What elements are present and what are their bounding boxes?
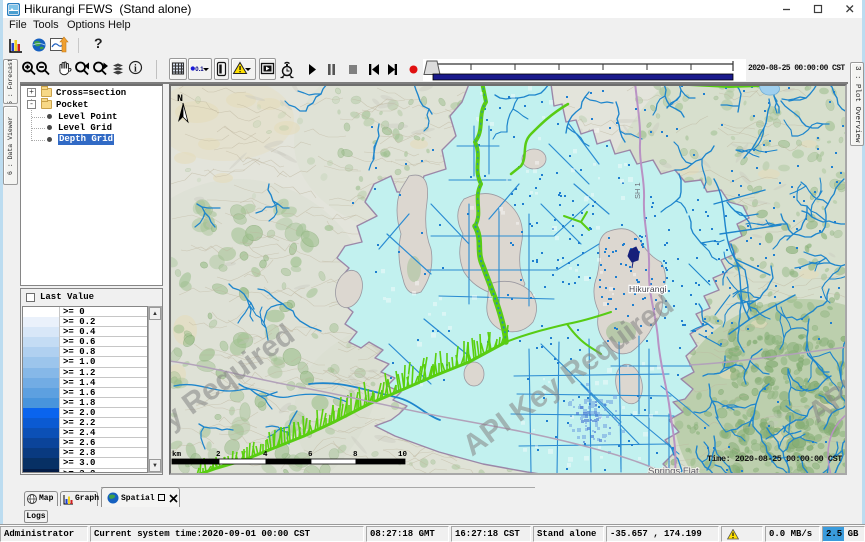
svg-text:N: N (177, 94, 183, 105)
svg-text:Hikurangi: Hikurangi (629, 284, 667, 294)
svg-text:i: i (134, 64, 137, 75)
svg-text:SH 1: SH 1 (633, 182, 642, 199)
svg-text:km: km (172, 451, 182, 459)
svg-text:Springs Flat: Springs Flat (648, 466, 699, 473)
svg-text:Time: 2020-08-25 00:00:00 CST: Time: 2020-08-25 00:00:00 CST (707, 454, 842, 464)
svg-text:4: 4 (263, 451, 268, 459)
svg-text:6: 6 (308, 451, 313, 459)
svg-text:8: 8 (353, 451, 358, 459)
svg-text:2: 2 (216, 451, 221, 459)
svg-text:10: 10 (398, 451, 408, 459)
